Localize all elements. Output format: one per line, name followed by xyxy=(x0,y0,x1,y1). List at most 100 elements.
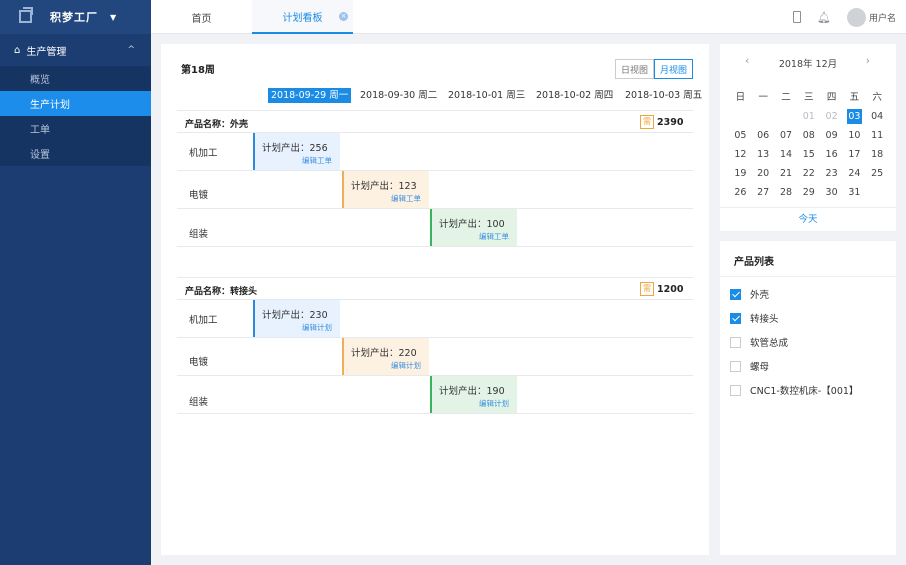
weekday-row: 日一二三四五六 xyxy=(729,90,889,109)
calendar-day[interactable]: 14 xyxy=(775,147,798,166)
view-toggle: 日视图 月视图 xyxy=(615,59,694,79)
caret-down-icon[interactable]: ▼ xyxy=(110,13,116,22)
date-column[interactable]: 2018-10-02 周四 xyxy=(536,88,613,103)
date-column[interactable]: 2018-10-03 周五 xyxy=(625,88,702,103)
calendar-day[interactable]: 11 xyxy=(866,128,889,147)
divider xyxy=(720,276,896,277)
product-list-title: 产品列表 xyxy=(734,257,774,268)
edit-link[interactable]: 编辑工单 xyxy=(391,193,421,204)
weekday-label: 五 xyxy=(849,92,860,103)
calendar-day[interactable]: 09 xyxy=(820,128,843,147)
checkbox[interactable] xyxy=(730,360,741,372)
calendar-empty xyxy=(752,109,775,128)
calendar-day[interactable]: 24 xyxy=(843,166,866,185)
tab-plan-board[interactable]: 计划看板 × xyxy=(252,0,353,34)
date-column[interactable]: 2018-10-01 周三 xyxy=(448,88,525,103)
demand-icon: 需 xyxy=(640,282,654,296)
calendar-day[interactable]: 15 xyxy=(797,147,820,166)
date-column[interactable]: 2018-09-29 周一 xyxy=(268,88,352,103)
total-value: 1200 xyxy=(657,283,684,295)
edit-link[interactable]: 编辑计划 xyxy=(302,322,332,333)
calendar-day[interactable]: 01 xyxy=(797,109,820,128)
calendar-day[interactable]: 02 xyxy=(820,109,843,128)
submenu: 概览 生产计划 工单 设置 xyxy=(0,66,151,166)
plan-block[interactable]: 计划产出：123 编辑工单 xyxy=(342,171,429,208)
calendar-day[interactable]: 29 xyxy=(797,185,820,204)
calendar-day[interactable]: 23 xyxy=(820,166,843,185)
calendar-day[interactable]: 03 xyxy=(843,109,866,128)
calendar-day[interactable]: 27 xyxy=(752,185,775,204)
calendar-day[interactable]: 19 xyxy=(729,166,752,185)
product-list-item[interactable]: 外壳 xyxy=(730,287,769,301)
close-icon[interactable]: × xyxy=(339,12,348,21)
calendar-empty xyxy=(775,109,798,128)
mobile-icon[interactable] xyxy=(793,11,802,23)
product-list-item[interactable]: 软管总成 xyxy=(730,335,788,349)
today-button[interactable]: 今天 xyxy=(720,207,896,231)
chevron-right-icon[interactable]: › xyxy=(866,54,870,67)
product-list: 产品列表 外壳 转接头 软管总成 螺母 CNC1-数控机床-【001】 xyxy=(720,241,896,555)
calendar-day[interactable]: 20 xyxy=(752,166,775,185)
week-row: 26 27 28 29 30 31 xyxy=(729,185,889,204)
day-view-button[interactable]: 日视图 xyxy=(615,59,655,79)
calendar-empty xyxy=(729,109,752,128)
plan-block[interactable]: 计划产出：190 编辑计划 xyxy=(430,376,517,413)
calendar-day[interactable]: 06 xyxy=(752,128,775,147)
calendar-day[interactable]: 30 xyxy=(820,185,843,204)
plan-output: 计划产出：220 xyxy=(351,348,417,359)
product-list-item[interactable]: CNC1-数控机床-【001】 xyxy=(730,383,858,397)
plan-block[interactable]: 计划产出：256 编辑工单 xyxy=(253,133,340,170)
checkbox[interactable] xyxy=(730,288,741,300)
calendar-day[interactable]: 18 xyxy=(866,147,889,166)
brand-bar[interactable]: 积梦工厂 ▼ xyxy=(0,0,151,34)
plan-block[interactable]: 计划产出：100 编辑工单 xyxy=(430,209,517,246)
calendar-day[interactable]: 16 xyxy=(820,147,843,166)
calendar-day[interactable]: 13 xyxy=(752,147,775,166)
menu-group-label: 生产管理 xyxy=(26,46,67,58)
calendar-day[interactable]: 21 xyxy=(775,166,798,185)
sidebar-item-settings[interactable]: 设置 xyxy=(0,141,151,166)
edit-link[interactable]: 编辑计划 xyxy=(391,360,421,371)
divider xyxy=(177,337,693,338)
plan-block[interactable]: 计划产出：220 编辑计划 xyxy=(342,338,429,375)
sidebar-item-overview[interactable]: 概览 xyxy=(0,66,151,91)
menu-group-production[interactable]: ⌂ 生产管理 ^ xyxy=(0,34,151,66)
username[interactable]: 用户名 xyxy=(869,11,896,24)
calendar-day[interactable]: 12 xyxy=(729,147,752,166)
calendar-day[interactable]: 28 xyxy=(775,185,798,204)
calendar-day[interactable]: 05 xyxy=(729,128,752,147)
tab-home[interactable]: 首页 xyxy=(151,0,252,34)
product-list-item[interactable]: 螺母 xyxy=(730,359,769,373)
process-label: 电镀 xyxy=(189,357,209,368)
calendar-day[interactable]: 31 xyxy=(843,185,866,204)
factory-logo-icon xyxy=(16,7,36,27)
checkbox[interactable] xyxy=(730,336,741,348)
date-column[interactable]: 2018-09-30 周二 xyxy=(360,88,437,103)
product-title: 产品名称：外壳 xyxy=(185,120,249,130)
plan-block[interactable]: 计划产出：230 编辑计划 xyxy=(253,300,340,337)
weekday-label: 日 xyxy=(735,92,746,103)
edit-link[interactable]: 编辑工单 xyxy=(302,155,332,166)
calendar-grid: 日一二三四五六 01 02 03 04 05 06 07 08 09 10 11 12 13 14 15 16 1… xyxy=(729,90,889,204)
calendar-day[interactable]: 08 xyxy=(797,128,820,147)
calendar-day[interactable]: 22 xyxy=(797,166,820,185)
total-value: 2390 xyxy=(657,116,684,128)
edit-link[interactable]: 编辑工单 xyxy=(479,231,509,242)
calendar-day[interactable]: 25 xyxy=(866,166,889,185)
product-list-item[interactable]: 转接头 xyxy=(730,311,779,325)
process-label: 组装 xyxy=(189,397,209,408)
edit-link[interactable]: 编辑计划 xyxy=(479,398,509,409)
weekday-label: 一 xyxy=(758,92,768,103)
sidebar-item-production-plan[interactable]: 生产计划 xyxy=(0,91,151,116)
checkbox[interactable] xyxy=(730,384,741,396)
calendar-day[interactable]: 17 xyxy=(843,147,866,166)
calendar-day[interactable]: 07 xyxy=(775,128,798,147)
calendar-day[interactable]: 10 xyxy=(843,128,866,147)
calendar-day[interactable]: 04 xyxy=(866,109,889,128)
bell-icon[interactable]: 🔔︎ xyxy=(817,11,831,24)
checkbox[interactable] xyxy=(730,312,741,324)
sidebar-item-work-order[interactable]: 工单 xyxy=(0,116,151,141)
calendar-day[interactable]: 26 xyxy=(729,185,752,204)
avatar[interactable] xyxy=(846,7,866,27)
month-view-button[interactable]: 月视图 xyxy=(654,59,694,79)
